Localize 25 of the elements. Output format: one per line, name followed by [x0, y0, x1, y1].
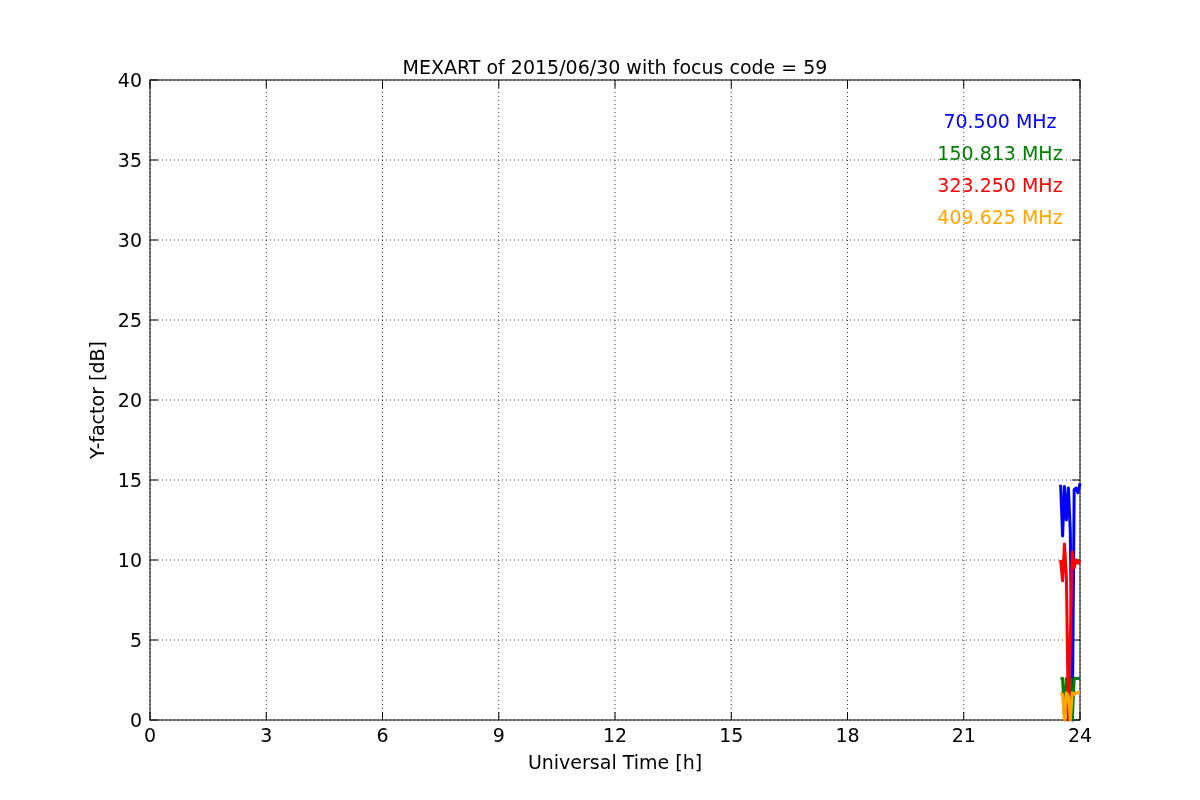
y-tick-label: 20 — [117, 389, 142, 411]
x-tick-label: 21 — [951, 724, 976, 746]
legend-label: 70.500 MHz — [943, 110, 1057, 132]
x-tick-label: 0 — [143, 724, 157, 746]
x-tick-label: 15 — [719, 724, 744, 746]
x-tick-label: 18 — [835, 724, 860, 746]
x-tick-label: 24 — [1067, 724, 1093, 746]
y-tick-label: 30 — [117, 229, 142, 251]
y-tick-label: 5 — [129, 629, 142, 651]
y-axis-label: Y-factor [dB] — [86, 341, 108, 459]
x-tick-label: 9 — [492, 724, 505, 746]
legend-label: 409.625 MHz — [937, 206, 1063, 228]
y-tick-label: 40 — [117, 69, 142, 91]
legend-label: 323.250 MHz — [937, 174, 1063, 196]
y-tick-label: 35 — [117, 149, 142, 171]
x-tick-label: 3 — [260, 724, 273, 746]
y-tick-label: 15 — [117, 469, 142, 491]
legend-label: 150.813 MHz — [937, 142, 1063, 164]
x-axis-label: Universal Time [h] — [527, 751, 703, 773]
y-tick-label: 25 — [117, 309, 142, 331]
y-tick-label: 0 — [129, 709, 142, 731]
x-tick-label: 12 — [602, 724, 628, 746]
x-tick-label: 6 — [376, 724, 389, 746]
y-tick-label: 10 — [117, 549, 142, 571]
chart-title: MEXART of 2015/06/30 with focus code = 59 — [402, 56, 828, 78]
